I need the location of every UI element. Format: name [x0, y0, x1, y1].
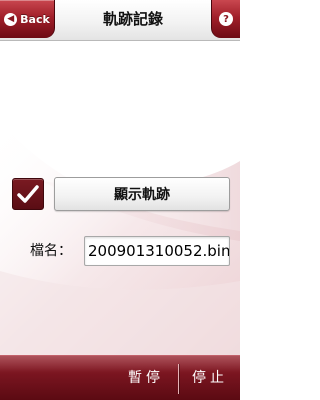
- filename-field[interactable]: 200901310052.bin: [84, 236, 230, 266]
- toolbar-divider: [178, 364, 179, 394]
- help-question-icon: ?: [219, 12, 233, 26]
- pause-button[interactable]: 暫停: [114, 356, 178, 400]
- show-track-checkbox[interactable]: [12, 178, 44, 210]
- stop-button[interactable]: 停止: [180, 356, 240, 400]
- back-button[interactable]: ◀ Back: [0, 0, 55, 38]
- app-screen: ◀ Back 軌跡記錄 ? 顯示軌跡 檔名： 200901310052.bin …: [0, 0, 240, 400]
- title-bar: ◀ Back 軌跡記錄 ?: [0, 0, 240, 41]
- page-title: 軌跡記錄: [102, 10, 163, 28]
- back-button-label: Back: [20, 12, 50, 26]
- bottom-toolbar: 暫停 停止: [0, 355, 240, 400]
- back-arrow-icon: ◀: [4, 12, 18, 26]
- filename-label: 檔名：: [30, 243, 72, 259]
- show-track-button[interactable]: 顯示軌跡: [54, 177, 230, 211]
- help-button[interactable]: ?: [211, 0, 240, 38]
- checkmark-icon: [17, 185, 39, 203]
